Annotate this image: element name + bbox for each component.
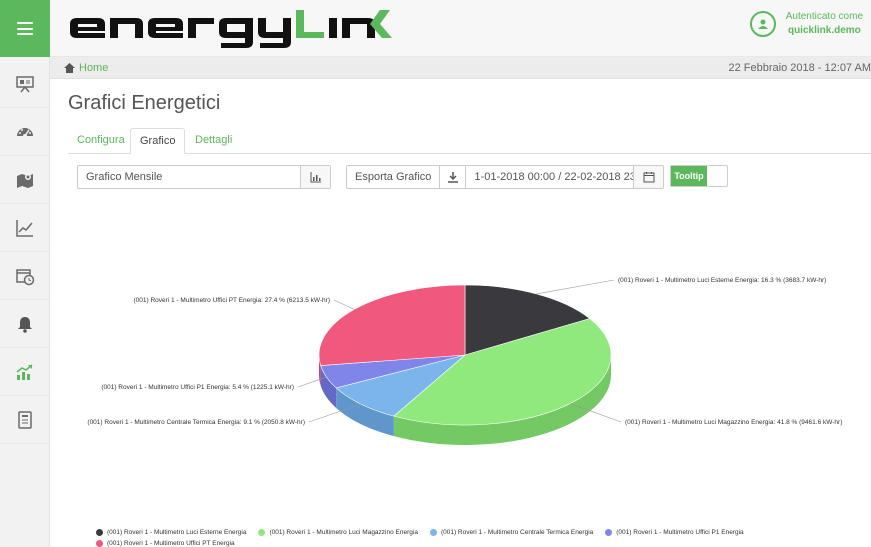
energy-pie-chart: (001) Roveri 1 - Multimetro Luci Esterne… — [87, 277, 842, 445]
tab-grafico[interactable]: Grafico — [130, 128, 186, 154]
sidebar-item-map[interactable] — [0, 156, 50, 204]
legend-label: (001) Roveri 1 - Multimetro Luci Magazzi… — [269, 529, 418, 536]
map-icon — [17, 173, 33, 188]
legend-dot — [96, 529, 103, 536]
legend-item[interactable]: (001) Roveri 1 - Multimetro Luci Esterne… — [96, 528, 246, 537]
pie-data-label: (001) Roveri 1 - Multimetro Centrale Ter… — [87, 419, 305, 426]
legend-dot — [605, 529, 613, 536]
auth-username[interactable]: quicklink.demo — [786, 24, 863, 38]
pie-data-label: (001) Roveri 1 - Multimetro Uffici P1 En… — [101, 384, 294, 391]
tab-bar: Configura Grafico Dettagli — [68, 128, 871, 154]
energylink-logo — [70, 10, 392, 48]
current-datetime: 22 Febbraio 2018 - 12:07 AM — [728, 62, 871, 74]
tab-configura[interactable]: Configura — [68, 128, 134, 154]
legend-item[interactable]: (001) Roveri 1 - Multimetro Luci Magazzi… — [258, 528, 418, 537]
export-daterange-group: Esporta Grafico 1-01-2018 00:00 / 22-02-… — [346, 165, 664, 189]
date-range-input[interactable]: 1-01-2018 00:00 / 22-02-2018 23:59 — [466, 171, 633, 183]
chart-type-select[interactable]: Grafico Mensile — [77, 165, 331, 189]
tooltip-toggle-label: Tooltip — [671, 166, 707, 186]
tab-dettagli[interactable]: Dettagli — [186, 128, 241, 154]
breadcrumb-bar: Home 22 Febbraio 2018 - 12:07 AM — [50, 57, 871, 79]
bell-icon — [18, 316, 32, 333]
calendar-clock-icon — [16, 268, 35, 285]
pie-label-connector — [333, 299, 355, 310]
auth-status: Autenticato come quicklink.demo — [749, 10, 863, 38]
pie-data-label: (001) Roveri 1 - Multimetro Luci Esterne… — [618, 277, 826, 284]
auth-label: Autenticato come — [785, 11, 863, 22]
presentation-icon — [16, 75, 34, 92]
sidebar-item-presentation[interactable] — [0, 60, 50, 108]
export-chart-label: Esporta Grafico — [347, 166, 441, 188]
chart-legend: (001) Roveri 1 - Multimetro Luci Esterne… — [96, 528, 856, 547]
sidebar-item-dashboard[interactable] — [0, 108, 50, 156]
legend-label: (001) Roveri 1 - Multimetro Uffici PT En… — [107, 540, 235, 547]
user-shield-icon[interactable] — [749, 11, 776, 37]
legend-dot — [96, 540, 103, 547]
hamburger-icon — [17, 22, 33, 35]
calendar-icon — [643, 172, 654, 183]
tooltip-toggle[interactable]: Tooltip — [670, 165, 728, 187]
breadcrumb-home-link[interactable]: Home — [79, 62, 108, 74]
chart-type-value: Grafico Mensile — [86, 171, 163, 183]
app-root: Autenticato come quicklink.demo Home 22 … — [0, 0, 871, 547]
legend-label: (001) Roveri 1 - Multimetro Uffici P1 En… — [616, 529, 744, 536]
sidebar-item-graphs[interactable] — [0, 348, 50, 396]
pie-slice[interactable] — [318, 284, 466, 366]
legend-item[interactable]: (001) Roveri 1 - Multimetro Uffici P1 En… — [605, 528, 744, 537]
sidebar-item-line-chart[interactable] — [0, 204, 50, 252]
dashboard-gauge-icon — [17, 127, 33, 138]
pie-data-label: (001) Roveri 1 - Multimetro Luci Magazzi… — [625, 419, 842, 426]
legend-label: (001) Roveri 1 - Multimetro Centrale Ter… — [440, 529, 594, 536]
sidebar — [0, 0, 50, 547]
legend-dot — [429, 529, 437, 536]
breadcrumb: Home — [64, 62, 108, 74]
sidebar-item-reports[interactable] — [0, 396, 50, 444]
legend-label: (001) Roveri 1 - Multimetro Luci Esterne… — [107, 529, 247, 536]
pie-label-connector — [536, 279, 615, 295]
pie-data-label: (001) Roveri 1 - Multimetro Uffici PT En… — [133, 297, 330, 304]
bar-chart-up-icon — [16, 363, 33, 380]
line-chart-icon — [16, 219, 33, 237]
legend-dot — [258, 529, 266, 536]
legend-item[interactable]: (001) Roveri 1 - Multimetro Centrale Ter… — [429, 528, 594, 537]
menu-toggle-button[interactable] — [0, 0, 50, 57]
home-icon[interactable] — [64, 63, 75, 73]
download-icon — [447, 172, 458, 183]
sidebar-item-calendar[interactable] — [0, 252, 50, 300]
report-document-icon — [18, 410, 32, 429]
top-header: Autenticato come quicklink.demo — [50, 0, 871, 57]
page-title: Grafici Energetici — [68, 92, 221, 114]
download-button[interactable] — [440, 166, 467, 188]
calendar-picker-button[interactable] — [633, 166, 663, 188]
sidebar-item-alerts[interactable] — [0, 300, 50, 348]
legend-item[interactable]: (001) Roveri 1 - Multimetro Uffici PT En… — [96, 539, 235, 547]
bar-chart-icon[interactable] — [300, 166, 330, 188]
